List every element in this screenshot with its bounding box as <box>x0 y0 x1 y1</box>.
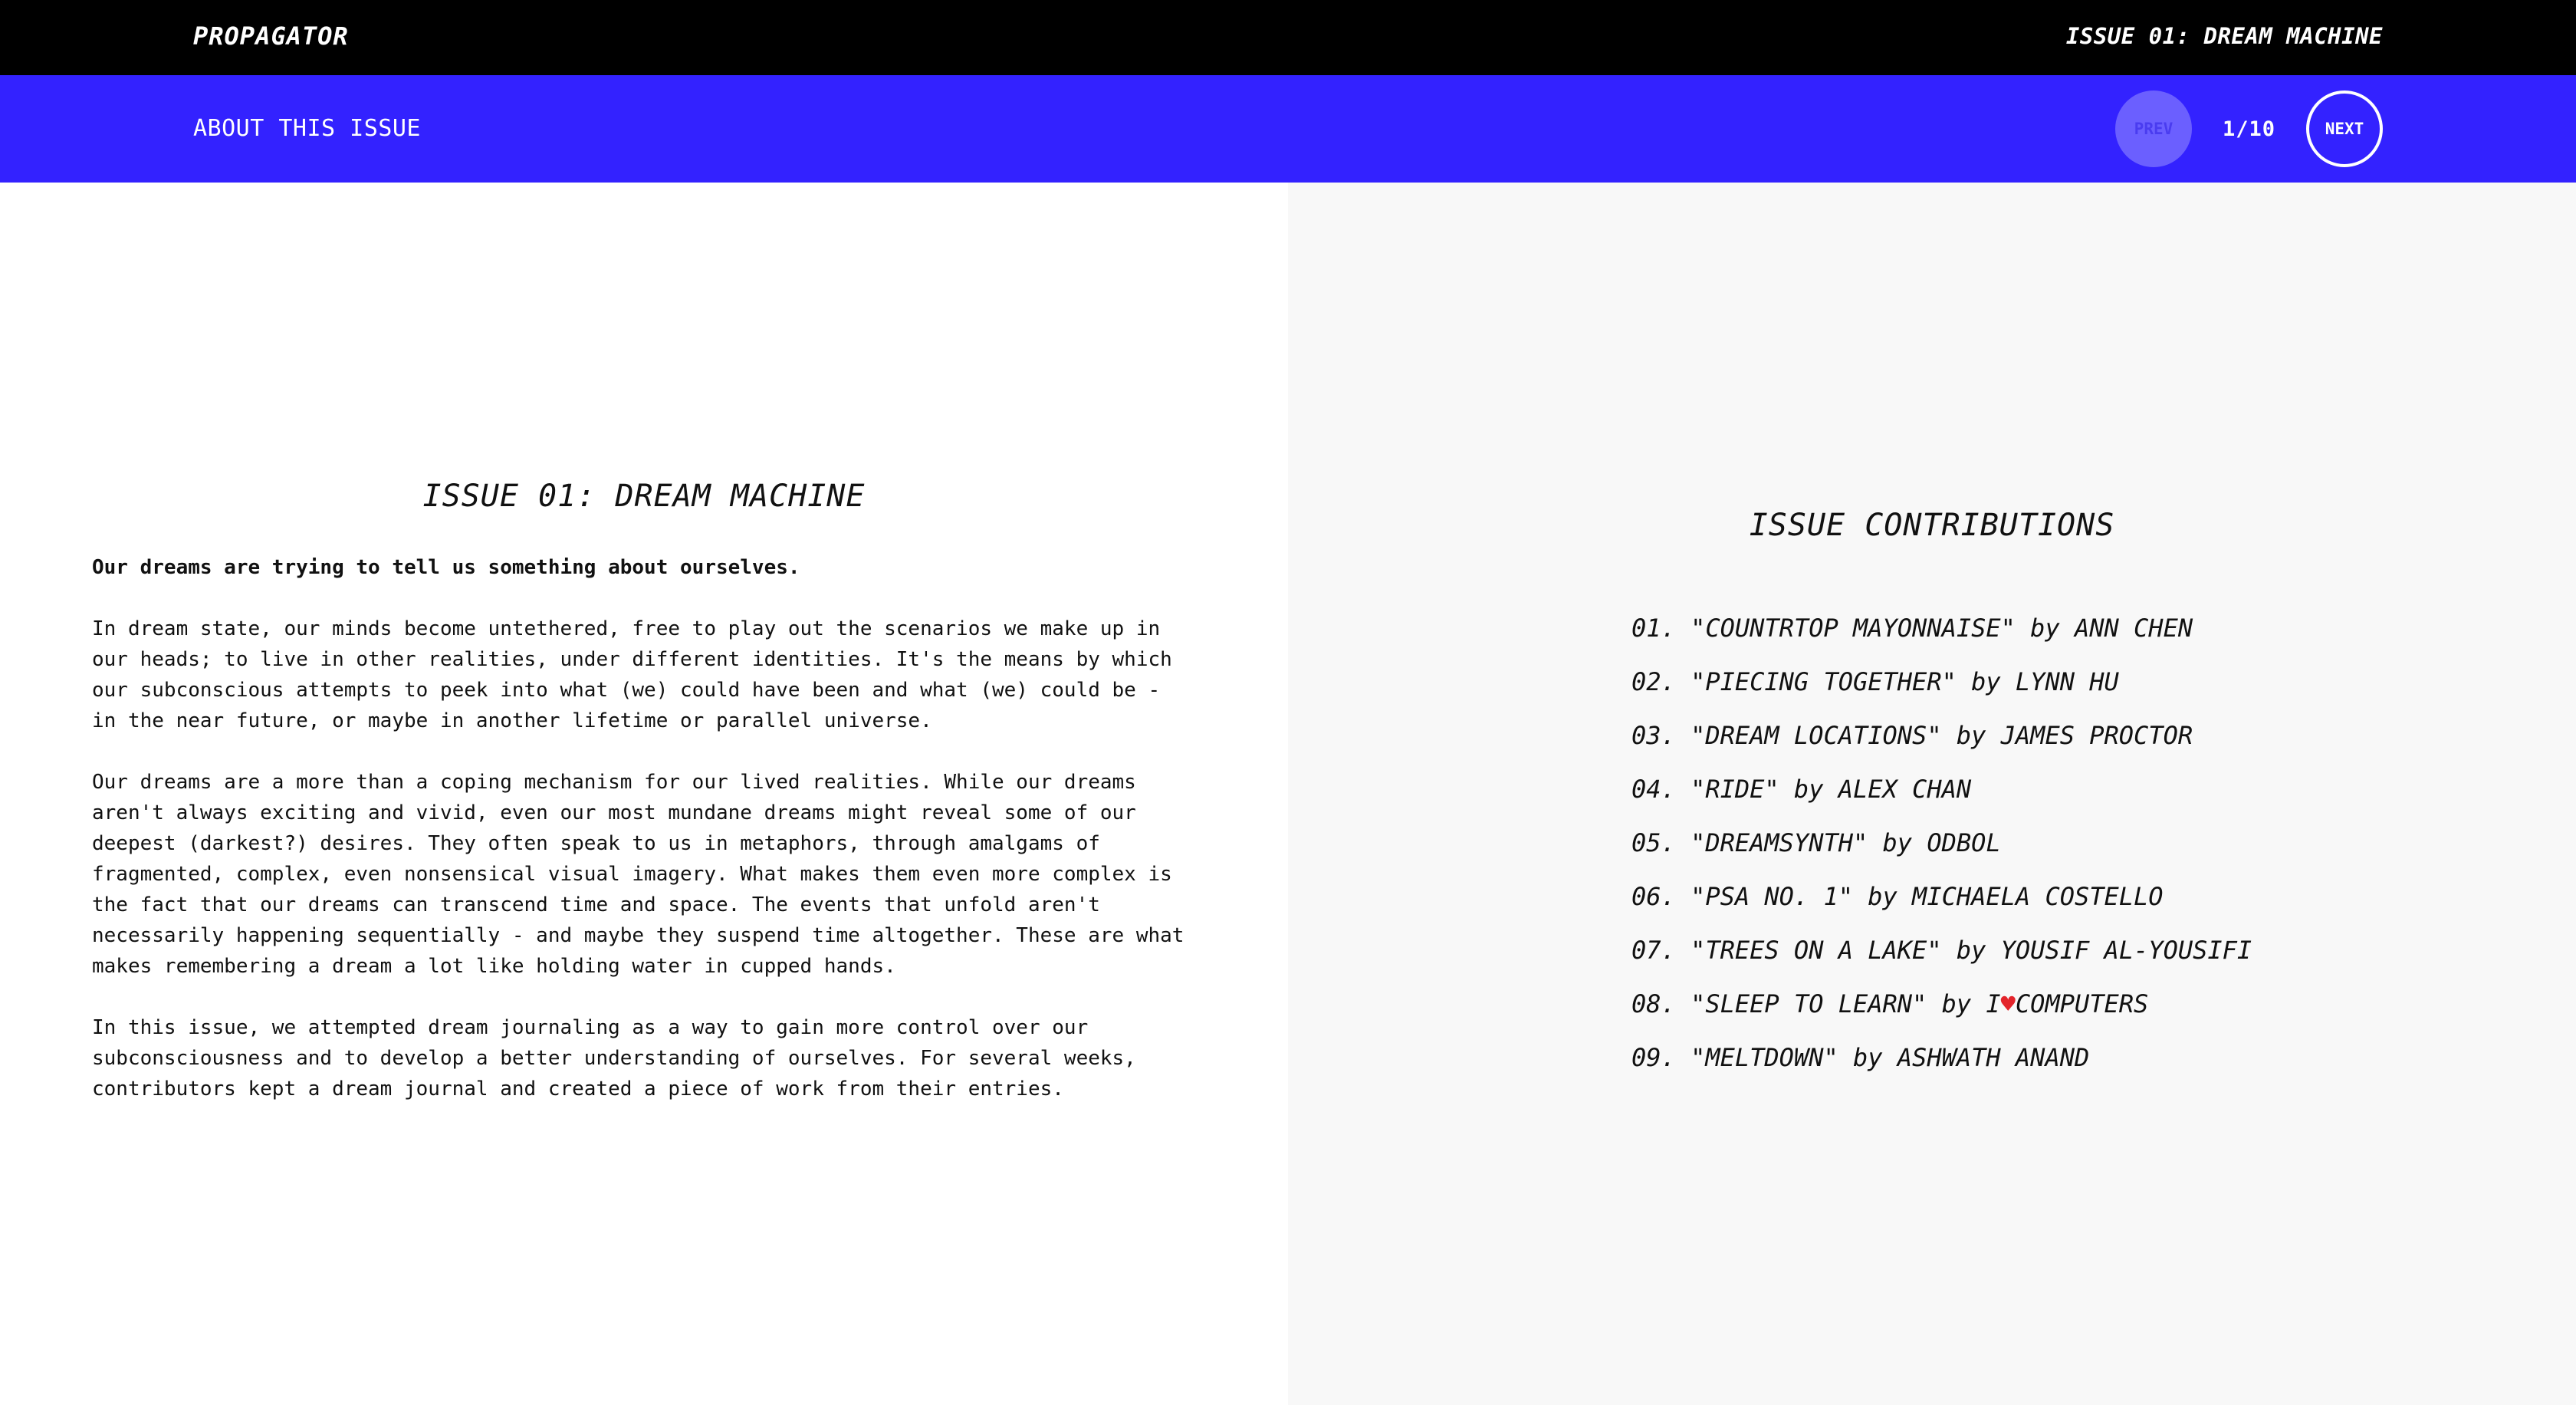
issue-subheader: ABOUT THIS ISSUE PREV 1/10 NEXT <box>0 75 2576 183</box>
contribution-item[interactable]: 09. "MELTDOWN" by ASHWATH ANAND <box>1631 1031 2252 1084</box>
contribution-item[interactable]: 07. "TREES ON A LAKE" by YOUSIF AL-YOUSI… <box>1631 923 2252 977</box>
article-paragraph: In dream state, our minds become untethe… <box>92 617 1172 732</box>
article-paragraph: In this issue, we attempted dream journa… <box>92 1016 1136 1101</box>
contribution-number: 08. <box>1631 989 1676 1018</box>
article-title: ISSUE 01: DREAM MACHINE <box>422 479 866 514</box>
contribution-number: 04. <box>1631 775 1676 804</box>
contribution-author: MICHAELA COSTELLO <box>1912 882 2164 911</box>
contributions-list: 01. "COUNTRTOP MAYONNAISE" by ANN CHEN 0… <box>1631 601 2252 1084</box>
contribution-work: "MELTDOWN" <box>1691 1043 1838 1072</box>
contribution-work: "DREAM LOCATIONS" <box>1691 721 1942 750</box>
contribution-author-prefix: I <box>1986 989 2001 1018</box>
about-this-issue-link[interactable]: ABOUT THIS ISSUE <box>193 115 421 142</box>
contribution-work: "DREAMSYNTH" <box>1691 828 1868 857</box>
contribution-by: by <box>1971 667 2001 696</box>
page-counter: 1/10 <box>2222 117 2275 141</box>
prev-button[interactable]: PREV <box>2114 90 2192 167</box>
contribution-item[interactable]: 03. "DREAM LOCATIONS" by JAMES PROCTOR <box>1631 709 2252 762</box>
contributions-title: ISSUE CONTRIBUTIONS <box>1749 508 2115 543</box>
contribution-work: "SLEEP TO LEARN" <box>1691 989 1927 1018</box>
contribution-work: "PSA NO. 1" <box>1691 882 1853 911</box>
contribution-by: by <box>1852 1043 1883 1072</box>
contribution-work: "TREES ON A LAKE" <box>1691 936 1942 965</box>
contribution-author: I♥COMPUTERS <box>1986 989 2148 1018</box>
contribution-by: by <box>1882 828 1913 857</box>
contribution-author: YOUSIF AL-YOUSIFI <box>2000 936 2252 965</box>
contribution-author-suffix: COMPUTERS <box>2015 989 2149 1018</box>
contribution-author: ODBOL <box>1927 828 2001 857</box>
article-lead: Our dreams are trying to tell us somethi… <box>92 556 800 579</box>
contribution-item[interactable]: 06. "PSA NO. 1" by MICHAELA COSTELLO <box>1631 870 2252 923</box>
contribution-item[interactable]: 01. "COUNTRTOP MAYONNAISE" by ANN CHEN <box>1631 601 2252 655</box>
contribution-author: ALEX CHAN <box>1838 775 1972 804</box>
next-button[interactable]: NEXT <box>2306 90 2383 167</box>
article-body: Our dreams are trying to tell us somethi… <box>92 552 1196 1135</box>
contribution-number: 03. <box>1631 721 1676 750</box>
about-panel: ISSUE 01: DREAM MACHINE Our dreams are t… <box>0 183 1288 1405</box>
contribution-author: ANN CHEN <box>2074 614 2193 643</box>
contribution-number: 09. <box>1631 1043 1676 1072</box>
pager: PREV 1/10 NEXT <box>2114 90 2383 167</box>
contribution-author: JAMES PROCTOR <box>2000 721 2193 750</box>
contribution-by: by <box>1793 775 1824 804</box>
contribution-item[interactable]: 04. "RIDE" by ALEX CHAN <box>1631 762 2252 816</box>
contribution-by: by <box>2030 614 2060 643</box>
article-paragraph: Our dreams are a more than a coping mech… <box>92 771 1184 978</box>
contribution-item[interactable]: 05. "DREAMSYNTH" by ODBOL <box>1631 816 2252 870</box>
issue-name-link[interactable]: ISSUE 01: DREAM MACHINE <box>2066 23 2383 49</box>
contribution-by: by <box>1956 721 1986 750</box>
top-bar: PROPAGATOR ISSUE 01: DREAM MACHINE <box>0 0 2576 75</box>
contribution-work: "RIDE" <box>1691 775 1779 804</box>
heart-icon: ♥ <box>2000 989 2016 1018</box>
contribution-number: 02. <box>1631 667 1676 696</box>
contribution-number: 07. <box>1631 936 1676 965</box>
contribution-by: by <box>1941 989 1972 1018</box>
contribution-author: LYNN HU <box>2015 667 2119 696</box>
contribution-number: 05. <box>1631 828 1676 857</box>
contribution-item[interactable]: 08. "SLEEP TO LEARN" by I♥COMPUTERS <box>1631 977 2252 1031</box>
contribution-by: by <box>1868 882 1898 911</box>
brand-logo-link[interactable]: PROPAGATOR <box>193 21 349 51</box>
contribution-number: 01. <box>1631 614 1676 643</box>
contribution-item[interactable]: 02. "PIECING TOGETHER" by LYNN HU <box>1631 655 2252 709</box>
contributions-panel: ISSUE CONTRIBUTIONS 01. "COUNTRTOP MAYON… <box>1288 183 2576 1405</box>
contribution-work: "PIECING TOGETHER" <box>1691 667 1957 696</box>
contribution-by: by <box>1956 936 1986 965</box>
contribution-work: "COUNTRTOP MAYONNAISE" <box>1691 614 2016 643</box>
contribution-number: 06. <box>1631 882 1676 911</box>
contribution-author: ASHWATH ANAND <box>1897 1043 2090 1072</box>
